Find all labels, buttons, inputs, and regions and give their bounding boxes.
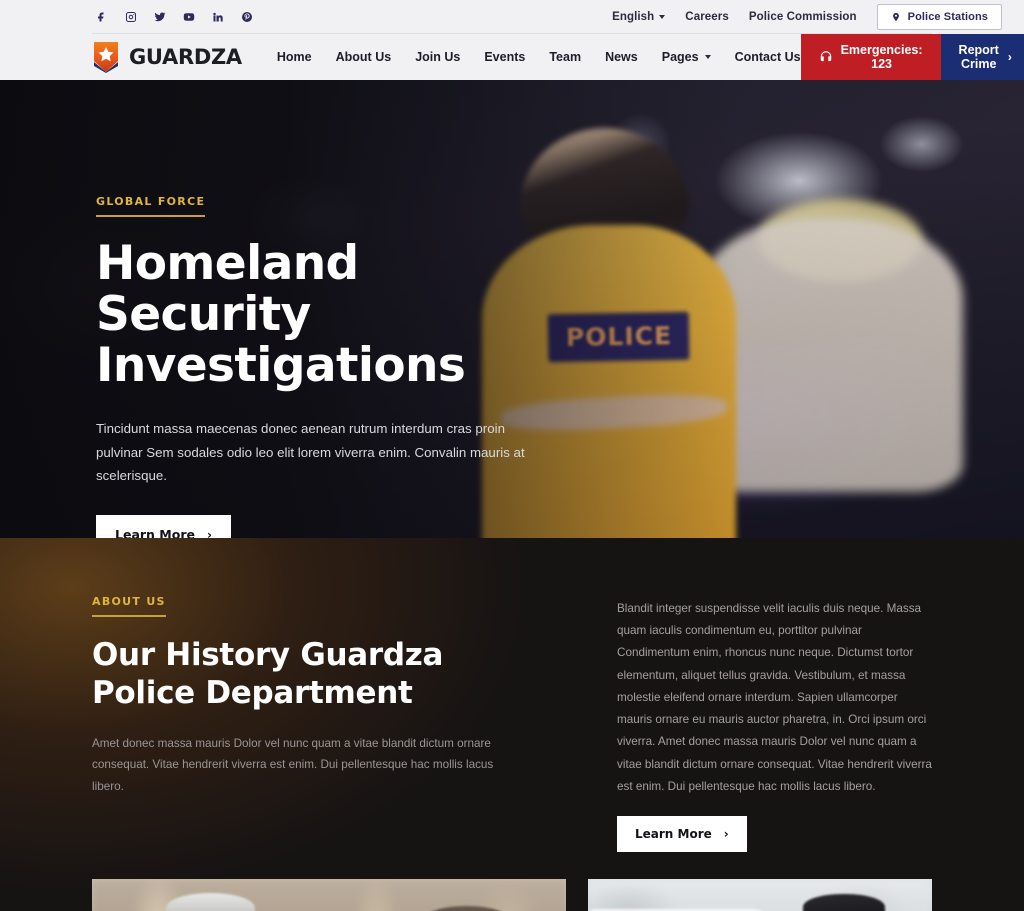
twitter-icon[interactable]: [150, 8, 169, 27]
careers-link[interactable]: Careers: [685, 11, 729, 23]
about-left-column: ABOUT US Our History Guardza Police Depa…: [92, 592, 512, 852]
about-title: Our History Guardza Police Department: [92, 637, 512, 713]
location-pin-icon: [891, 11, 901, 23]
hero-learn-more-label: Learn More: [115, 527, 195, 538]
nav-item-home[interactable]: Home: [277, 50, 312, 64]
chevron-right-icon: ›: [1007, 50, 1012, 64]
about-right-column: Blandit integer suspendisse velit iaculi…: [617, 592, 932, 853]
pinterest-icon[interactable]: [237, 8, 256, 27]
about-gallery: [0, 879, 1024, 911]
police-stations-label: Police Stations: [907, 11, 988, 23]
photo-officer: [588, 879, 932, 911]
emergencies-button[interactable]: Emergencies: 123: [800, 34, 941, 80]
nav-item-events[interactable]: Events: [484, 50, 525, 64]
brand-logo[interactable]: GUARDZA: [92, 41, 242, 73]
police-stations-button[interactable]: Police Stations: [876, 4, 1002, 30]
hero-eyebrow: GLOBAL FORCE: [96, 195, 206, 217]
social-links: [92, 8, 256, 27]
instagram-icon[interactable]: [121, 8, 140, 27]
about-title-line-2: Police Department: [92, 674, 413, 711]
hero-title-line-2: Investigations: [96, 337, 466, 393]
nav-item-join-us[interactable]: Join Us: [415, 50, 460, 64]
about-section: ABOUT US Our History Guardza Police Depa…: [0, 538, 1024, 911]
police-commission-link[interactable]: Police Commission: [749, 11, 857, 23]
about-learn-more-label: Learn More: [635, 827, 712, 842]
nav-label: Events: [484, 50, 526, 64]
youtube-icon[interactable]: [179, 8, 198, 27]
nav-label: About Us: [335, 50, 392, 64]
chevron-down-icon: [704, 55, 711, 59]
hero-learn-more-button[interactable]: Learn More ›: [96, 515, 231, 538]
hero-paragraph: Tincidunt massa maecenas donec aenean ru…: [96, 421, 525, 483]
nav-label: Team: [549, 50, 582, 64]
hero-section: POLICE GLOBAL FORCE Homeland Security In…: [0, 80, 1024, 538]
emergencies-label: Emergencies: 123: [840, 43, 923, 71]
top-bar-right: English Careers Police Commission Police…: [612, 4, 1002, 30]
nav-label: Contact Us: [734, 50, 801, 64]
report-crime-label: Report Crime: [958, 43, 999, 71]
about-lead-paragraph: Amet donec massa mauris Dolor vel nunc q…: [92, 736, 494, 793]
hero-title: Homeland Security Investigations: [96, 236, 560, 393]
hero-content: GLOBAL FORCE Homeland Security Investiga…: [0, 80, 560, 538]
language-label: English: [612, 11, 655, 23]
nav-label: News: [605, 50, 638, 64]
chevron-right-icon: ›: [723, 827, 729, 842]
about-grid: ABOUT US Our History Guardza Police Depa…: [0, 592, 1024, 853]
hero-title-line-1: Homeland Security: [96, 236, 359, 342]
shield-star-icon: [92, 41, 120, 73]
headset-icon: [819, 50, 833, 64]
nav-item-contact-us[interactable]: Contact Us: [735, 50, 801, 64]
nav-label: Home: [276, 50, 312, 64]
chevron-right-icon: ›: [206, 527, 212, 538]
nav-item-news[interactable]: News: [605, 50, 638, 64]
main-navbar: GUARDZA Home About Us Join Us Events Tea…: [0, 34, 1024, 80]
nav-actions: Emergencies: 123 Report Crime ›: [800, 34, 1024, 80]
nav-item-team[interactable]: Team: [549, 50, 581, 64]
about-body-paragraph: Blandit integer suspendisse velit iaculi…: [617, 602, 932, 793]
report-crime-button[interactable]: Report Crime ›: [940, 34, 1024, 80]
linkedin-icon[interactable]: [208, 8, 227, 27]
photo-detectives: [92, 879, 566, 911]
about-eyebrow: ABOUT US: [92, 595, 166, 617]
nav-label: Join Us: [415, 50, 461, 64]
about-learn-more-button[interactable]: Learn More ›: [617, 816, 747, 853]
brand-name: GUARDZA: [129, 45, 242, 69]
facebook-icon[interactable]: [92, 8, 111, 27]
nav-menu: Home About Us Join Us Events Team News P…: [277, 50, 801, 64]
about-title-line-1: Our History Guardza: [92, 637, 444, 673]
chevron-down-icon: [659, 15, 666, 19]
nav-item-about-us[interactable]: About Us: [336, 50, 392, 64]
top-bar: English Careers Police Commission Police…: [0, 0, 1024, 34]
nav-label: Pages: [661, 50, 699, 64]
language-selector[interactable]: English: [612, 11, 666, 23]
nav-item-pages[interactable]: Pages: [662, 50, 711, 64]
